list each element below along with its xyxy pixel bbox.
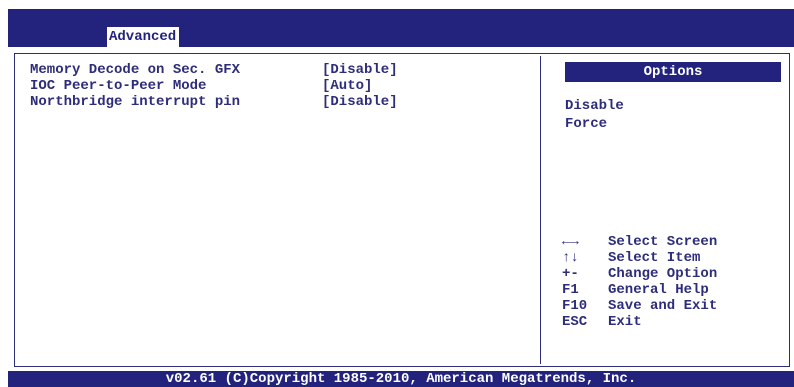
setting-value[interactable]: [Auto] [322,79,372,94]
key-desc: General Help [608,282,709,298]
key-desc: Save and Exit [608,298,718,314]
copyright-footer: v02.61 (C)Copyright 1985-2010, American … [8,371,794,387]
arrow-left-right-icon: ←→ [562,234,579,250]
setting-northbridge-interrupt[interactable]: Northbridge interrupt pin [Disable] [30,95,398,140]
key-desc: Change Option [608,266,718,282]
key-help-exit: ESC Exit [562,314,642,362]
tab-advanced[interactable]: Advanced [107,27,180,47]
key-desc: Select Item [608,250,701,266]
setting-label: Northbridge interrupt pin [30,94,241,110]
option-force[interactable]: Force [565,115,607,133]
setting-value[interactable]: [Disable] [322,63,398,78]
key-desc: Exit [608,314,642,330]
f1-key: F1 [562,282,579,298]
esc-key: ESC [562,314,588,330]
key-desc: Select Screen [608,234,718,250]
panel-divider [540,56,541,364]
arrow-up-down-icon: ↑↓ [562,250,579,266]
f10-key: F10 [562,298,588,314]
option-disable[interactable]: Disable [565,97,624,115]
setting-label: Memory Decode on Sec. GFX [30,62,241,78]
setting-label: IOC Peer-to-Peer Mode [30,78,207,94]
plus-minus-key: +- [562,266,579,282]
options-header: Options [565,62,781,82]
setting-value[interactable]: [Disable] [322,95,398,110]
